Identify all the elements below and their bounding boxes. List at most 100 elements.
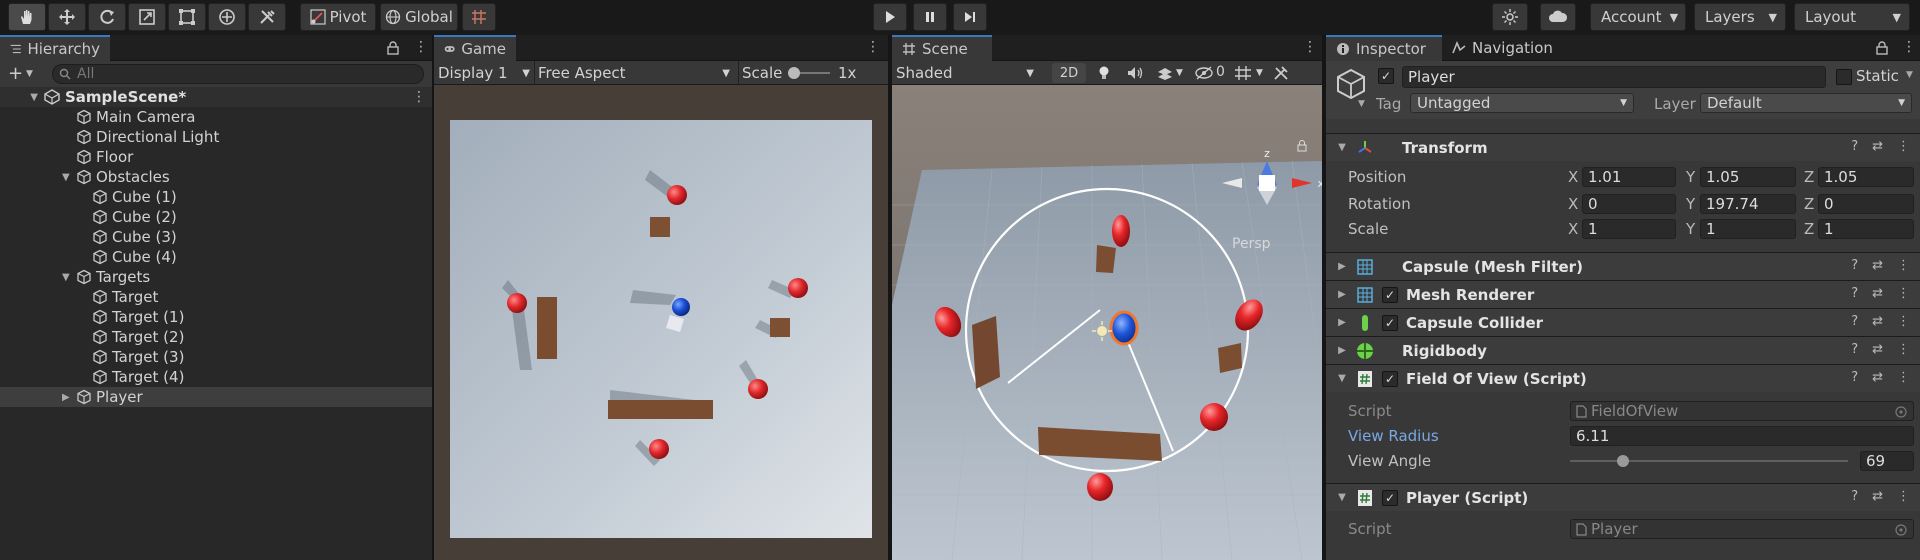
add-icon[interactable]: + [8, 63, 23, 84]
preset-icon[interactable]: ⇄ [1872, 370, 1883, 385]
hierarchy-item-cube-2[interactable]: Cube (2) [0, 207, 432, 227]
player-script-component-header[interactable]: ▼ ✓ Player (Script) ? ⇄ ⋮ [1326, 483, 1920, 511]
help-icon[interactable]: ? [1851, 286, 1858, 301]
shading-dropdown[interactable]: Shaded ▼ [896, 63, 1040, 83]
layout-dropdown[interactable]: Layout ▼ [1794, 3, 1910, 31]
component-menu-icon[interactable]: ⋮ [1897, 139, 1910, 154]
view-angle-field[interactable]: 69 [1860, 451, 1914, 471]
position-y-field[interactable]: 1.05 [1700, 167, 1796, 187]
tools-icon[interactable] [1272, 65, 1290, 81]
gameobject-cube-icon[interactable] [1334, 67, 1368, 101]
account-dropdown[interactable]: Account ▼ [1590, 3, 1686, 31]
hierarchy-item-target-4[interactable]: Target (4) [0, 367, 432, 387]
active-checkbox[interactable]: ✓ [1378, 68, 1394, 84]
tab-navigation[interactable]: Navigation [1442, 35, 1566, 61]
scale-slider-handle[interactable] [788, 67, 800, 79]
view-angle-slider[interactable] [1570, 460, 1848, 462]
fov-script-component-header[interactable]: ▼ ✓ Field Of View (Script) ? ⇄ ⋮ [1326, 364, 1920, 392]
game-viewport[interactable] [450, 120, 872, 538]
preset-icon[interactable]: ⇄ [1872, 489, 1883, 504]
fold-arrow-icon[interactable]: ▼ [1332, 373, 1352, 384]
cloud-button[interactable] [1540, 3, 1576, 31]
grid-toggle-icon[interactable] [1234, 65, 1252, 81]
hidden-objects-eye-icon[interactable] [1194, 66, 1214, 80]
mesh-filter-component-header[interactable]: ▶ Capsule (Mesh Filter) ? ⇄ ⋮ [1326, 252, 1920, 280]
audio-icon[interactable] [1126, 65, 1144, 81]
mesh-renderer-component-header[interactable]: ▶ ✓ Mesh Renderer ? ⇄ ⋮ [1326, 280, 1920, 308]
scene-row[interactable]: ▼ SampleScene* ⋮ [0, 87, 432, 107]
global-toggle[interactable]: Global [380, 3, 458, 31]
custom-tools-button[interactable] [248, 3, 286, 31]
step-button[interactable] [953, 3, 987, 31]
hierarchy-item-obstacles[interactable]: ▼ Obstacles [0, 167, 432, 187]
tab-inspector[interactable]: Inspector [1326, 35, 1442, 61]
hierarchy-menu-icon[interactable]: ⋮ [414, 39, 428, 55]
chevron-down-icon[interactable]: ▼ [1176, 68, 1183, 78]
rotation-z-field[interactable]: 0 [1818, 194, 1914, 214]
component-menu-icon[interactable]: ⋮ [1897, 258, 1910, 273]
rotate-tool-button[interactable] [88, 3, 126, 31]
hierarchy-item-directional-light[interactable]: Directional Light [0, 127, 432, 147]
component-menu-icon[interactable]: ⋮ [1897, 370, 1910, 385]
help-icon[interactable]: ? [1851, 489, 1858, 504]
scene-menu-icon[interactable]: ⋮ [1303, 39, 1317, 55]
hierarchy-item-player[interactable]: ▶ Player [0, 387, 432, 407]
persp-label[interactable]: Persp [1232, 236, 1271, 252]
inspector-menu-icon[interactable]: ⋮ [1902, 39, 1916, 55]
component-menu-icon[interactable]: ⋮ [1897, 286, 1910, 301]
tab-hierarchy[interactable]: Hierarchy [0, 35, 110, 61]
fold-arrow-icon[interactable]: ▼ [1332, 142, 1352, 153]
rotation-x-field[interactable]: 0 [1582, 194, 1676, 214]
hierarchy-item-target-1[interactable]: Target (1) [0, 307, 432, 327]
hand-tool-button[interactable] [8, 3, 46, 31]
layers-dropdown[interactable]: Layers ▼ [1694, 3, 1786, 31]
transform-tool-button[interactable] [208, 3, 246, 31]
help-icon[interactable]: ? [1851, 314, 1858, 329]
hierarchy-item-floor[interactable]: Floor [0, 147, 432, 167]
play-button[interactable] [873, 3, 907, 31]
chevron-down-icon[interactable]: ▼ [1358, 99, 1365, 109]
display-dropdown[interactable]: Display 1 ▼ [438, 63, 534, 83]
tag-dropdown[interactable]: Untagged ▼ [1410, 93, 1634, 113]
hierarchy-search-field[interactable]: All [52, 64, 424, 84]
lock-icon[interactable] [387, 41, 399, 55]
fold-arrow-icon[interactable]: ▶ [1332, 261, 1352, 272]
fold-arrow-icon[interactable]: ▶ [1332, 289, 1352, 300]
lock-icon[interactable] [1876, 41, 1888, 55]
grid-snap-button[interactable] [462, 3, 496, 31]
capsule-collider-checkbox[interactable]: ✓ [1382, 314, 1398, 331]
layer-dropdown[interactable]: Default ▼ [1700, 93, 1912, 113]
view-radius-field[interactable]: 6.11 [1570, 426, 1914, 446]
tab-scene[interactable]: Scene [892, 35, 992, 61]
component-menu-icon[interactable]: ⋮ [1897, 314, 1910, 329]
scale-y-field[interactable]: 1 [1700, 219, 1796, 239]
tab-game[interactable]: Game [434, 35, 516, 61]
chevron-down-icon[interactable]: ▼ [1906, 70, 1913, 80]
hierarchy-item-cube-1[interactable]: Cube (1) [0, 187, 432, 207]
chevron-down-icon[interactable]: ▼ [1256, 68, 1263, 78]
static-checkbox[interactable] [1836, 69, 1852, 85]
preset-icon[interactable]: ⇄ [1872, 342, 1883, 357]
fold-arrow-icon[interactable]: ▼ [1332, 492, 1352, 503]
hierarchy-item-target-3[interactable]: Target (3) [0, 347, 432, 367]
effects-icon[interactable] [1156, 65, 1174, 81]
help-icon[interactable]: ? [1851, 370, 1858, 385]
fold-arrow-icon[interactable]: ▶ [1332, 317, 1352, 328]
rect-tool-button[interactable] [168, 3, 206, 31]
help-icon[interactable]: ? [1851, 342, 1858, 357]
component-menu-icon[interactable]: ⋮ [1897, 342, 1910, 357]
preset-icon[interactable]: ⇄ [1872, 314, 1883, 329]
fold-arrow-icon[interactable]: ▶ [1332, 345, 1352, 356]
fold-arrow-icon[interactable]: ▼ [62, 272, 74, 283]
scale-tool-button[interactable] [128, 3, 166, 31]
lighting-bulb-icon[interactable] [1096, 65, 1112, 81]
fov-script-checkbox[interactable]: ✓ [1382, 370, 1398, 387]
transform-component-header[interactable]: ▼ Transform ? ⇄ ⋮ [1326, 133, 1920, 161]
pivot-toggle[interactable]: Pivot [300, 3, 376, 31]
hierarchy-item-cube-4[interactable]: Cube (4) [0, 247, 432, 267]
aspect-dropdown[interactable]: Free Aspect ▼ [538, 63, 734, 83]
position-z-field[interactable]: 1.05 [1818, 167, 1914, 187]
scene-menu-icon[interactable]: ⋮ [412, 89, 426, 105]
hierarchy-item-targets[interactable]: ▼ Targets [0, 267, 432, 287]
move-tool-button[interactable] [48, 3, 86, 31]
